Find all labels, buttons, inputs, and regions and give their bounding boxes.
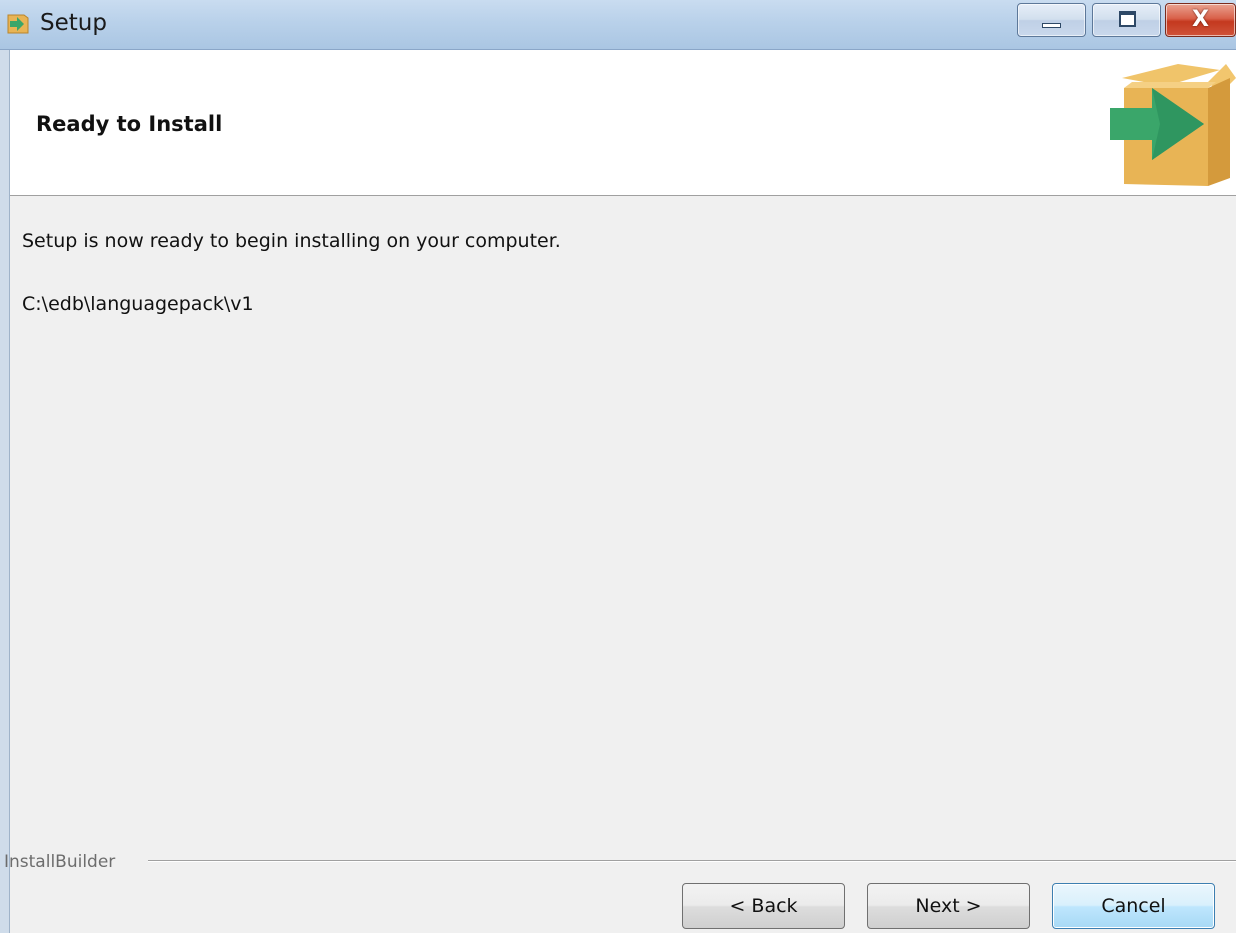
back-button[interactable]: < Back (682, 883, 845, 929)
footer-separator (148, 860, 1236, 862)
maximize-icon (1119, 11, 1136, 27)
setup-window: Setup X Ready to Install Setup is now re… (0, 0, 1236, 933)
install-box-arrow-icon (1110, 64, 1236, 186)
installbuilder-label: InstallBuilder (4, 852, 116, 872)
close-icon: X (1192, 7, 1209, 32)
window-title: Setup (40, 10, 107, 36)
ready-message: Setup is now ready to begin installing o… (22, 230, 561, 252)
title-bar[interactable]: Setup X (0, 0, 1236, 50)
next-button[interactable]: Next > (867, 883, 1030, 929)
cancel-button[interactable]: Cancel (1052, 883, 1215, 929)
header-panel: Ready to Install (10, 50, 1236, 196)
close-button[interactable]: X (1165, 3, 1236, 37)
install-path: C:\edb\languagepack\v1 (22, 293, 254, 315)
setup-arrow-box-icon (7, 14, 29, 34)
minimize-icon (1042, 23, 1061, 28)
minimize-button[interactable] (1017, 3, 1086, 37)
window-frame-left (0, 50, 10, 933)
maximize-button[interactable] (1092, 3, 1161, 37)
page-title: Ready to Install (36, 112, 223, 136)
